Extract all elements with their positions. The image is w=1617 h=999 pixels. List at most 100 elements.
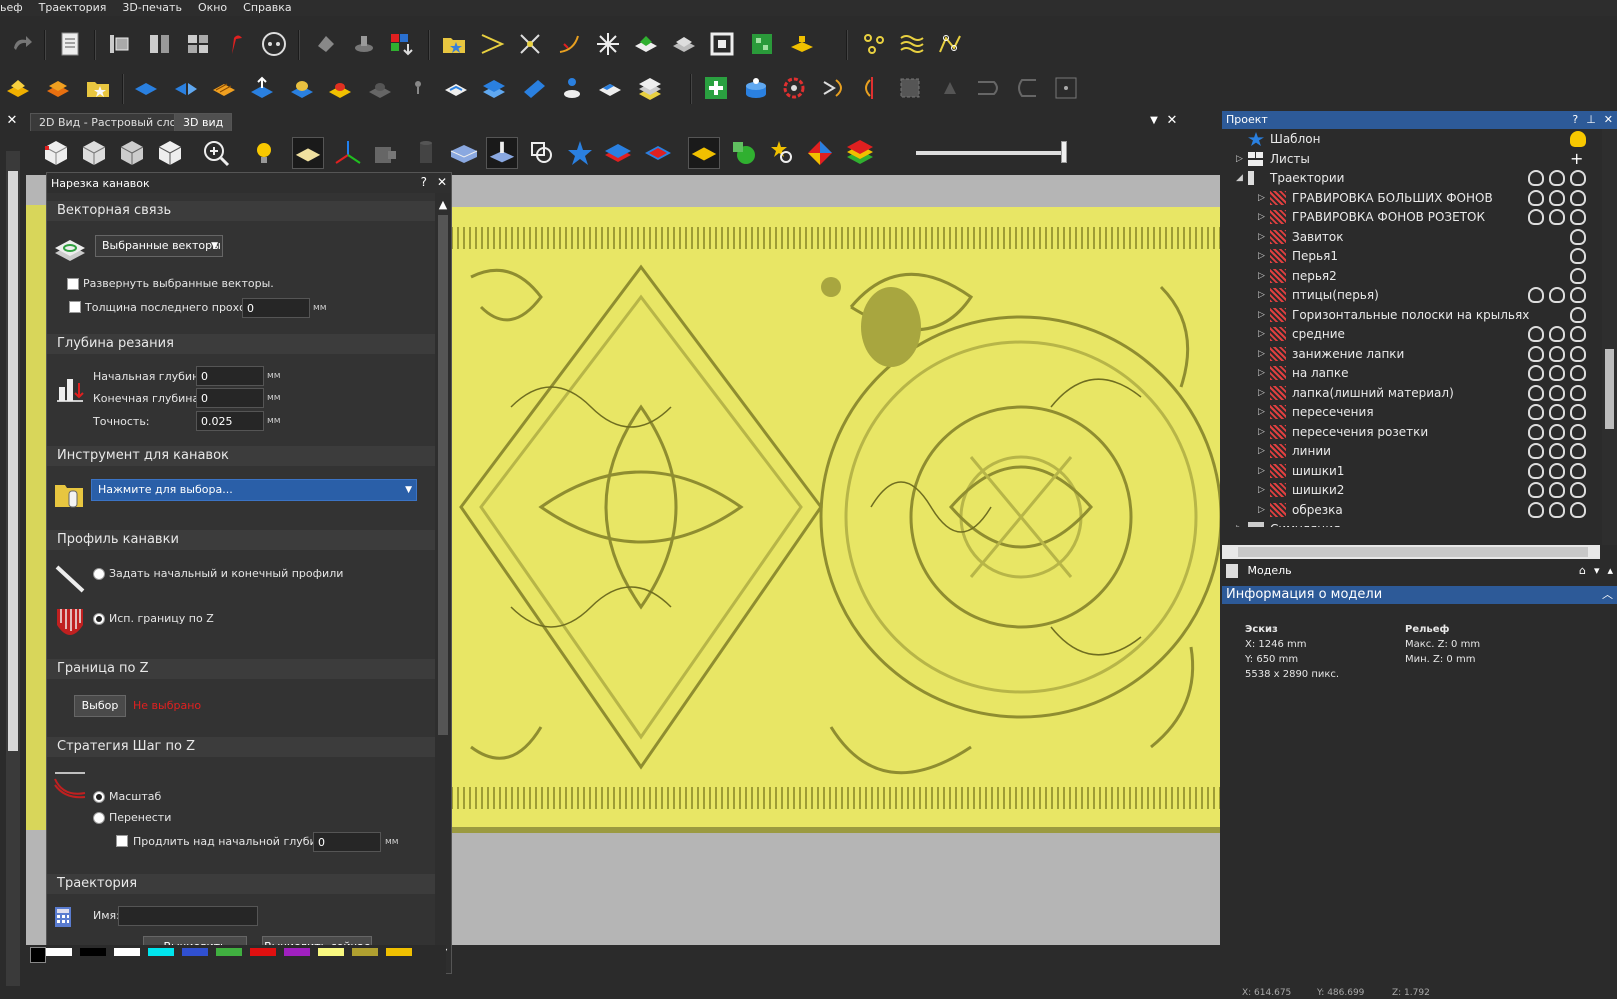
blue-plate-icon[interactable] <box>132 74 160 102</box>
palette-swatch-cyan[interactable] <box>148 948 174 956</box>
red-blue-plate-icon[interactable] <box>602 137 634 169</box>
tab-3d-view[interactable]: 3D вид <box>174 113 233 131</box>
expand-arrow-icon[interactable]: ▷ <box>1258 188 1268 208</box>
start-depth-input[interactable] <box>196 366 264 386</box>
visibility-bulb-icon[interactable] <box>1549 189 1565 206</box>
visibility-bulb-icon[interactable] <box>1549 326 1565 342</box>
maximize-icon[interactable]: ▴ <box>1607 561 1613 581</box>
sector-icon[interactable] <box>936 74 964 102</box>
split-icon[interactable] <box>146 30 174 58</box>
visibility-bulb-icon[interactable] <box>1528 501 1544 518</box>
expand-vectors-checkbox[interactable] <box>67 278 79 290</box>
polyline-icon[interactable] <box>936 30 964 58</box>
menu-toolpath[interactable]: Траектория <box>31 0 115 16</box>
expand-arrow-icon[interactable]: ▷ <box>1236 149 1246 169</box>
visibility-bulb-icon[interactable] <box>1528 443 1544 459</box>
palette-swatch-white-2[interactable] <box>114 948 140 956</box>
collapse-icon[interactable]: ︿ <box>1602 586 1613 604</box>
visibility-bulb-icon[interactable] <box>1528 462 1544 479</box>
expand-arrow-icon[interactable]: ▷ <box>1236 519 1246 527</box>
visibility-bulb-icon[interactable] <box>1549 345 1565 362</box>
palette-swatch-blue[interactable] <box>182 948 208 956</box>
cube-red-icon[interactable] <box>40 137 72 169</box>
tree-group[interactable]: ◢ Траектории <box>1222 168 1600 188</box>
tree-item-toolpath[interactable]: ▷ лапка(лишний материал) <box>1222 383 1600 403</box>
tree-item-toolpath[interactable]: ▷ птицы(перья) <box>1222 285 1600 305</box>
star-zoom-icon[interactable] <box>766 137 798 169</box>
last-pass-checkbox[interactable] <box>69 301 81 313</box>
dashed-box-icon[interactable] <box>896 74 924 102</box>
tree-item-toolpath[interactable]: ▷ обрезка <box>1222 500 1600 520</box>
cube-front-icon[interactable] <box>78 137 110 169</box>
cylinder-dark-icon[interactable] <box>410 137 442 169</box>
visibility-bulb-icon[interactable] <box>1570 170 1586 186</box>
project-close-icon[interactable]: ✕ <box>1604 111 1613 129</box>
grid-icon[interactable] <box>184 30 212 58</box>
visibility-bulb-icon[interactable] <box>1528 209 1544 225</box>
visibility-bulb-icon[interactable] <box>1528 326 1544 342</box>
frame-icon[interactable] <box>708 30 736 58</box>
yellow-view-icon[interactable] <box>688 137 720 169</box>
palette-swatch-red[interactable] <box>250 948 276 956</box>
cube-side-icon[interactable] <box>116 137 148 169</box>
toolpath-name-input[interactable] <box>118 906 258 926</box>
measure-icon[interactable] <box>106 30 134 58</box>
visibility-bulb-icon[interactable] <box>1570 443 1586 459</box>
tree-vertical-scrollbar[interactable] <box>1602 129 1617 545</box>
visibility-bulb-icon[interactable] <box>1570 482 1586 498</box>
visibility-bulb-icon[interactable] <box>1528 287 1544 303</box>
end-depth-input[interactable] <box>196 388 264 408</box>
expand-arrow-icon[interactable]: ▷ <box>1258 422 1268 442</box>
scroll-up-icon[interactable]: ▲ <box>435 197 451 213</box>
tree-item-toolpath[interactable]: ▷ Горизонтальные полоски на крыльях <box>1222 305 1600 325</box>
visibility-bulb-icon[interactable] <box>1549 443 1565 459</box>
snowflake-icon[interactable] <box>594 30 622 58</box>
select-zbound-button[interactable]: Выбор <box>74 695 126 717</box>
bracket-icon[interactable] <box>974 74 1002 102</box>
stamp-icon[interactable] <box>350 30 378 58</box>
blue-split-icon[interactable] <box>172 74 200 102</box>
visibility-bulb-icon[interactable] <box>1570 384 1586 401</box>
axes-icon[interactable] <box>332 137 364 169</box>
visibility-bulb-icon[interactable] <box>1570 501 1586 518</box>
folder-star-icon[interactable] <box>440 30 468 58</box>
tree-item-toolpath[interactable]: ▷ пересечения розетки <box>1222 422 1600 442</box>
palette-swatch-olive[interactable] <box>352 948 378 956</box>
tree-horizontal-scrollbar[interactable] <box>1222 545 1600 559</box>
palette-swatch-yellow[interactable] <box>386 948 412 956</box>
gold-plate-icon[interactable] <box>4 74 32 102</box>
tab-2d-raster[interactable]: 2D Вид - Растровый слой <box>30 113 193 131</box>
visibility-bulb-icon[interactable] <box>1570 189 1586 206</box>
expand-arrow-icon[interactable]: ▷ <box>1258 207 1268 227</box>
move-radio[interactable] <box>93 812 105 824</box>
visibility-bulb-icon[interactable] <box>1528 189 1544 206</box>
tree-item-toolpath[interactable]: ▷ линии <box>1222 441 1600 461</box>
plate-view-icon[interactable] <box>292 137 324 169</box>
block-blue-icon[interactable] <box>448 137 480 169</box>
visibility-bulb-icon[interactable] <box>1549 365 1565 381</box>
expand-arrow-icon[interactable]: ◢ <box>1236 168 1246 188</box>
chevron-down-icon[interactable]: ▼ <box>1146 113 1162 129</box>
fill-icon[interactable] <box>312 30 340 58</box>
visibility-bulb-icon[interactable] <box>1570 404 1586 420</box>
visibility-bulb-icon[interactable] <box>1570 267 1586 284</box>
expand-arrow-icon[interactable]: ▷ <box>1258 383 1268 403</box>
tree-item-toolpath[interactable]: ▷ перья2 <box>1222 266 1600 286</box>
light-bulb-icon[interactable] <box>248 137 280 169</box>
palette-swatch-white[interactable] <box>46 948 72 956</box>
red-layer-icon[interactable] <box>642 137 674 169</box>
foreground-color[interactable] <box>30 947 46 963</box>
visibility-bulb-icon[interactable] <box>1528 384 1544 401</box>
curve-arrow-icon[interactable] <box>556 30 584 58</box>
tool-select-combo[interactable]: Нажмите для выбора... ▼ <box>91 479 417 501</box>
visibility-bulb-icon[interactable] <box>1570 462 1586 479</box>
visibility-bulb-icon[interactable] <box>1528 482 1544 498</box>
tree-item-toolpath[interactable]: ▷ шишки2 <box>1222 480 1600 500</box>
visibility-bulb-icon[interactable] <box>1528 345 1544 362</box>
palette-swatch-green[interactable] <box>216 948 242 956</box>
add-green-icon[interactable] <box>702 74 730 102</box>
tree-group[interactable]: Шаблон <box>1222 129 1600 149</box>
document-icon[interactable] <box>56 30 84 58</box>
visibility-bulb-icon[interactable] <box>1570 365 1586 381</box>
visibility-bulb-icon[interactable] <box>1549 404 1565 420</box>
